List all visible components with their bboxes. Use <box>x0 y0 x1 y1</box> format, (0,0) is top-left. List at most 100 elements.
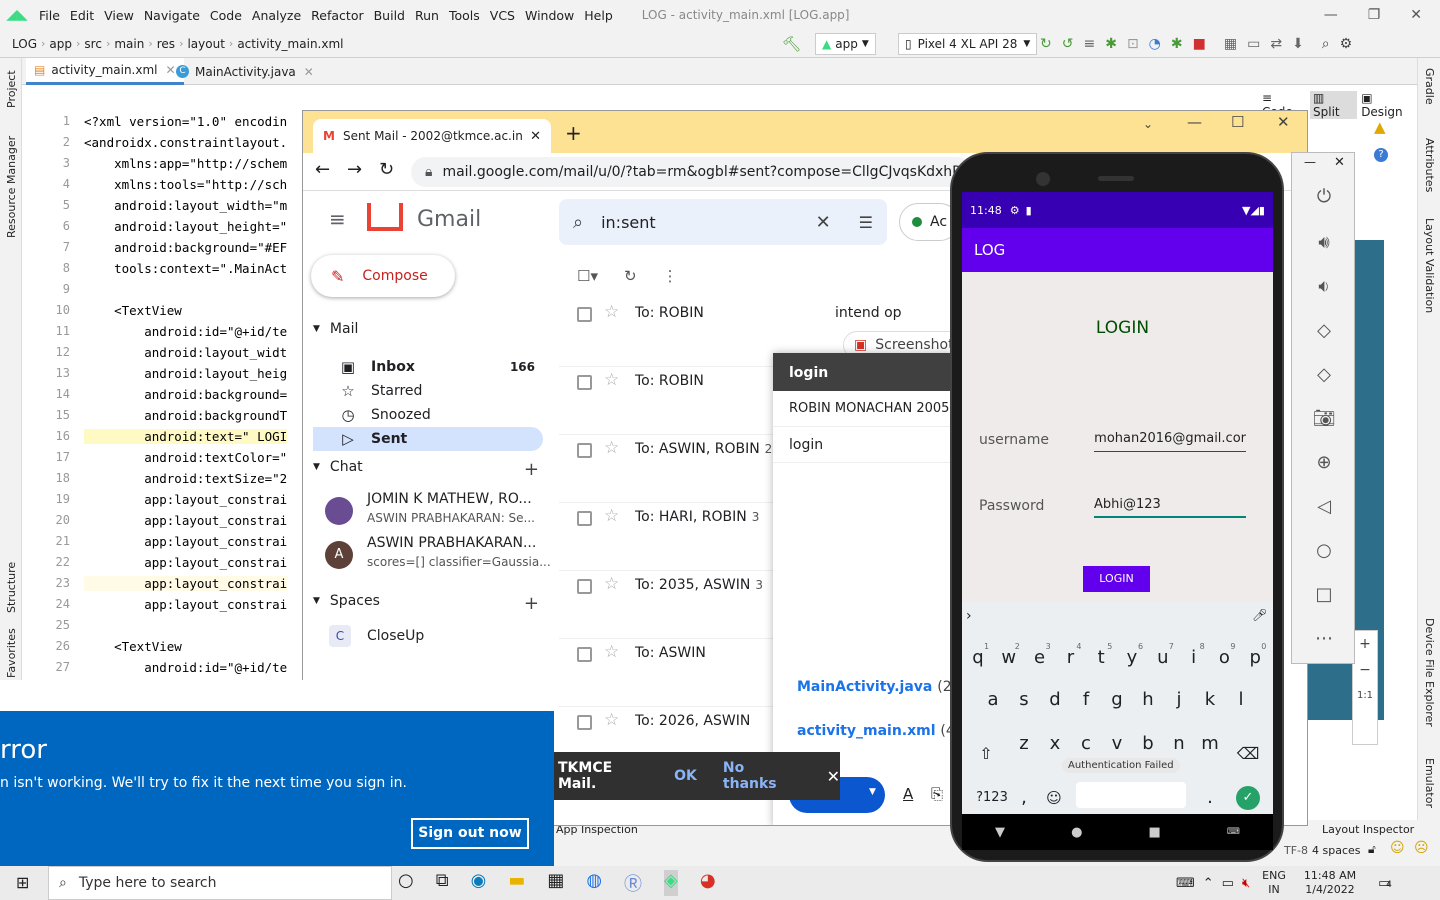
volume-up-icon[interactable]: 🔊︎ <box>1310 229 1338 257</box>
design-view-button[interactable]: ▣ Design <box>1361 91 1417 119</box>
code-line[interactable]: android:layout_height=" <box>84 219 287 234</box>
gmail-search-bar[interactable]: ⌕ in:sent ✕ ☰ <box>559 199 887 245</box>
enter-key[interactable]: ✓ <box>1236 786 1260 810</box>
rerun-icon[interactable]: ↻ <box>1040 36 1052 52</box>
browser-tab[interactable]: M Sent Mail - 2002@tkmce.ac.in - T ✕ <box>313 119 551 153</box>
search-icon[interactable]: ⌕ <box>1322 36 1330 52</box>
compose-subject-field[interactable]: login <box>773 427 953 463</box>
warning-icon[interactable]: ▲ <box>1374 118 1386 136</box>
nav-home-icon[interactable]: ● <box>1071 825 1082 840</box>
frown-icon[interactable]: ☹ <box>1414 840 1429 856</box>
code-line[interactable]: xmlns:app="http://schem <box>84 156 287 171</box>
android-studio-taskbar-icon[interactable]: ◈ <box>664 870 678 896</box>
space-item[interactable]: C CloseUp <box>329 625 424 647</box>
volume-down-icon[interactable]: 🔉︎ <box>1310 273 1338 301</box>
star-icon[interactable]: ☆ <box>604 574 619 594</box>
menu-analyze[interactable]: Analyze <box>247 8 306 23</box>
power-icon[interactable]: ⏻ <box>1310 183 1338 211</box>
app-r-icon[interactable]: Ⓡ <box>624 870 642 896</box>
attach-debugger-icon[interactable]: ✱ <box>1171 36 1183 52</box>
attributes-tool-tab[interactable]: Attributes <box>1423 138 1436 192</box>
main-menu-icon[interactable]: ≡ <box>329 207 346 231</box>
mic-icon[interactable]: 🎤︎ <box>1252 608 1267 622</box>
minimize-icon[interactable]: — <box>1187 113 1202 131</box>
breadcrumb-item[interactable]: res <box>153 37 179 51</box>
clear-search-icon[interactable]: ✕ <box>816 212 831 233</box>
minimize-icon[interactable]: — <box>1304 155 1316 169</box>
actual-size-icon[interactable]: 1:1 <box>1353 683 1377 709</box>
menu-window[interactable]: Window <box>520 8 579 23</box>
network-icon[interactable]: ▭ <box>1222 876 1234 891</box>
password-input[interactable]: Abhi@123 <box>1094 488 1246 518</box>
code-line[interactable]: xmlns:tools="http://sch <box>84 177 287 192</box>
code-line[interactable]: android:background="#EF <box>84 240 287 255</box>
menu-help[interactable]: Help <box>579 8 618 23</box>
snackbar-close-icon[interactable]: ✕ <box>827 767 840 786</box>
code-line[interactable]: app:layout_constrai <box>84 513 287 528</box>
key-l[interactable]: l <box>1227 682 1255 718</box>
settings-icon[interactable]: ⚙ <box>1340 36 1353 52</box>
menu-refactor[interactable]: Refactor <box>306 8 368 23</box>
overview-icon[interactable]: □ <box>1310 581 1338 609</box>
star-icon[interactable]: ☆ <box>604 642 619 662</box>
smile-icon[interactable]: ☺ <box>1390 840 1405 856</box>
username-input[interactable]: ekmohan2016@gmail.cor <box>1094 422 1246 452</box>
key-f[interactable]: f <box>1072 682 1100 718</box>
nav-sent[interactable]: ▷ Sent <box>313 427 543 451</box>
nav-recents-icon[interactable]: ■ <box>1149 825 1161 840</box>
code-line[interactable]: android:id="@+id/te <box>84 324 287 339</box>
code-line[interactable]: android:backgroundT <box>84 408 287 423</box>
close-icon[interactable]: ✕ <box>1334 155 1345 170</box>
space-key[interactable] <box>1076 782 1186 808</box>
sign-out-button[interactable]: Sign out now <box>411 818 529 849</box>
reload-icon[interactable]: ↻ <box>379 159 394 180</box>
breadcrumb-item[interactable]: app <box>45 37 76 51</box>
sync-icon[interactable]: ▦ <box>1224 36 1237 52</box>
comma-key[interactable]: , <box>1010 780 1038 814</box>
breadcrumb-item[interactable]: layout <box>183 37 228 51</box>
zoom-out-icon[interactable]: − <box>1353 657 1377 683</box>
indent-status[interactable]: 4 spaces <box>1312 844 1361 857</box>
device-dropdown[interactable]: ▯ Pixel 4 XL API 28 ▼ <box>898 33 1038 55</box>
sdk-manager-icon[interactable]: ⬇ <box>1292 36 1304 52</box>
nav-snoozed[interactable]: ◷ Snoozed <box>313 403 543 427</box>
key-a[interactable]: a <box>979 682 1007 718</box>
help-icon[interactable]: ? <box>1374 148 1388 162</box>
close-tab-icon[interactable]: ✕ <box>304 65 314 79</box>
row-checkbox[interactable] <box>577 647 592 662</box>
menu-code[interactable]: Code <box>205 8 247 23</box>
key-m[interactable]: m <box>1196 726 1224 762</box>
resource-manager-tool-tab[interactable]: Resource Manager <box>5 136 18 238</box>
nav-starred[interactable]: ☆ Starred <box>313 379 543 403</box>
device-file-explorer-tool-tab[interactable]: Device File Explorer <box>1423 618 1436 727</box>
row-checkbox[interactable] <box>577 715 592 730</box>
snackbar-ok-button[interactable]: OK <box>674 768 697 784</box>
row-checkbox[interactable] <box>577 579 592 594</box>
compose-attachment-1[interactable]: MainActivity.java (2K) <box>773 673 966 701</box>
compose-to-field[interactable]: ROBIN MONACHAN 2005 <box>773 391 953 427</box>
new-tab-button[interactable]: + <box>565 121 582 145</box>
star-icon[interactable]: ☆ <box>604 302 619 322</box>
volume-muted-icon[interactable]: 🔇︎ <box>1242 876 1250 891</box>
menu-edit[interactable]: Edit <box>65 8 99 23</box>
notification-icon[interactable]: ▭ 4 <box>1378 876 1392 891</box>
compose-body[interactable] <box>773 463 953 673</box>
url-bar[interactable]: 🔒︎ mail.google.com/mail/u/0/?tab=rm&ogbl… <box>411 157 971 187</box>
camera-icon[interactable]: 📷︎ <box>1310 405 1338 433</box>
breadcrumb-item[interactable]: activity_main.xml <box>233 37 347 51</box>
maximize-icon[interactable]: ☐ <box>1231 113 1244 131</box>
row-checkbox[interactable] <box>577 307 592 322</box>
key-x[interactable]: x <box>1041 726 1069 762</box>
chrome-icon[interactable]: ◕ <box>700 870 716 896</box>
compose-button[interactable]: ✎ Compose <box>311 255 455 297</box>
device-manager-icon[interactable]: ⇄ <box>1270 36 1282 52</box>
zoom-icon[interactable]: ⊕ <box>1310 449 1338 477</box>
code-line[interactable]: android:id="@+id/te <box>84 660 287 675</box>
debug-icon[interactable]: ✱ <box>1105 36 1117 52</box>
send-options-icon[interactable]: ▼ <box>869 787 876 797</box>
code-line[interactable]: app:layout_constrai <box>84 492 287 507</box>
tab-search-icon[interactable]: ⌄ <box>1143 117 1153 131</box>
layout-validation-tool-tab[interactable]: Layout Validation <box>1423 218 1436 313</box>
structure-tool-tab[interactable]: Structure <box>5 562 18 613</box>
mail-section-header[interactable]: ▼ Mail <box>313 321 358 337</box>
